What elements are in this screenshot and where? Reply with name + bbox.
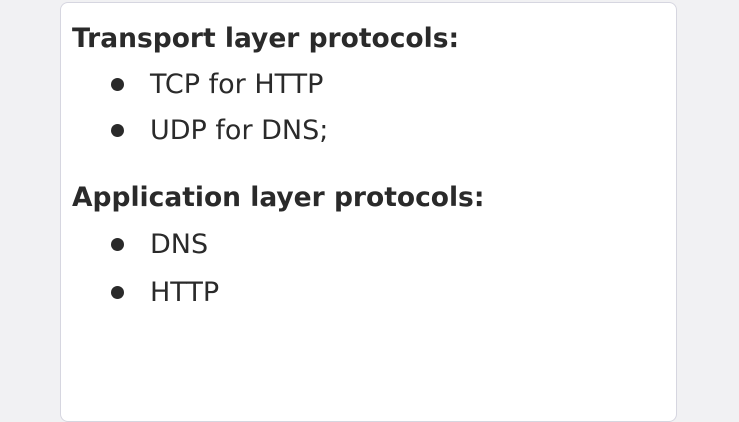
bullet-icon [111,78,124,91]
list-item: HTTP [111,277,219,308]
bullet-icon [111,286,124,299]
list-item: DNS [111,229,208,260]
bullet-icon [111,238,124,251]
bullet-icon [111,124,124,137]
list-item-text: HTTP [150,277,220,308]
list-item-text: UDP for DNS; [150,115,329,146]
list-item: TCP for HTTP [111,69,323,100]
list-item-text: DNS [150,229,209,260]
application-heading: Application layer protocols: [72,182,485,213]
list-item-text: TCP for HTTP [150,69,324,100]
content-card: Transport layer protocols: TCP for HTTP … [60,2,677,422]
transport-heading: Transport layer protocols: [72,23,460,54]
list-item: UDP for DNS; [111,115,328,146]
